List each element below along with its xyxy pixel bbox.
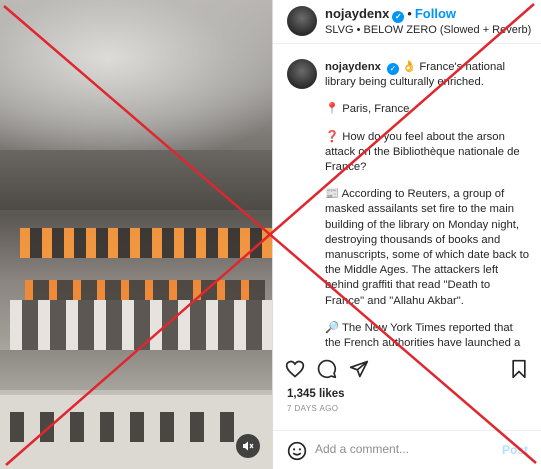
emoji-button[interactable] — [287, 441, 307, 466]
caption-nyt: 🔎 The New York Times reported that the F… — [325, 321, 521, 350]
caption-text: nojaydenx ✓ 👌 France's national library … — [325, 60, 530, 350]
username-link[interactable]: nojaydenx — [325, 6, 389, 21]
verified-badge-icon: ✓ — [392, 11, 405, 23]
mute-button[interactable] — [236, 434, 260, 458]
like-count[interactable]: 1,345 likes — [287, 388, 345, 400]
caption-question: ❓ How do you feel about the arson attack… — [325, 130, 520, 174]
post-panel: nojaydenx ✓ • Follow SLVG • BELOW ZERO (Slo… — [272, 0, 541, 469]
comment-input[interactable] — [315, 442, 495, 456]
comment-bar: Post — [273, 430, 541, 469]
post-timestamp[interactable]: 7 DAYS AGO — [287, 404, 338, 413]
audio-track-link[interactable]: SLVG • BELOW ZERO (Slowed + Reverb) — [325, 24, 531, 36]
save-button[interactable] — [509, 359, 529, 384]
caption-reuters: 📰 According to Reuters, a group of maske… — [325, 188, 530, 307]
share-button[interactable] — [349, 359, 369, 384]
like-button[interactable] — [285, 359, 305, 384]
caption-scroll-area[interactable]: nojaydenx ✓ 👌 France's national library … — [273, 45, 541, 350]
speaker-muted-icon — [243, 441, 254, 451]
caption-location: 📍 Paris, France — [325, 103, 410, 116]
smiley-icon — [287, 441, 307, 461]
caption-avatar[interactable] — [287, 59, 317, 89]
action-bar — [273, 357, 541, 385]
video-player[interactable] — [0, 0, 272, 469]
share-icon — [349, 360, 369, 378]
separator-dot: • — [407, 6, 412, 21]
fire-windows-upper — [20, 228, 272, 258]
avatar[interactable] — [287, 6, 317, 36]
header-user-row: nojaydenx ✓ • Follow — [325, 6, 456, 23]
comment-button[interactable] — [317, 359, 337, 384]
building-pillars — [10, 300, 272, 350]
bookmark-icon — [512, 359, 526, 379]
comment-icon — [317, 359, 337, 379]
post-button[interactable]: Post — [502, 443, 528, 457]
verified-badge-icon: ✓ — [387, 63, 400, 75]
building-facade — [0, 150, 272, 210]
lower-building-windows — [10, 412, 240, 442]
caption-username[interactable]: nojaydenx — [325, 61, 381, 73]
heart-icon — [285, 360, 305, 378]
follow-button[interactable]: Follow — [415, 6, 456, 21]
ground-area — [0, 350, 272, 390]
smoke-area — [0, 0, 272, 160]
post-header: nojaydenx ✓ • Follow SLVG • BELOW ZERO (Slo… — [273, 0, 541, 44]
